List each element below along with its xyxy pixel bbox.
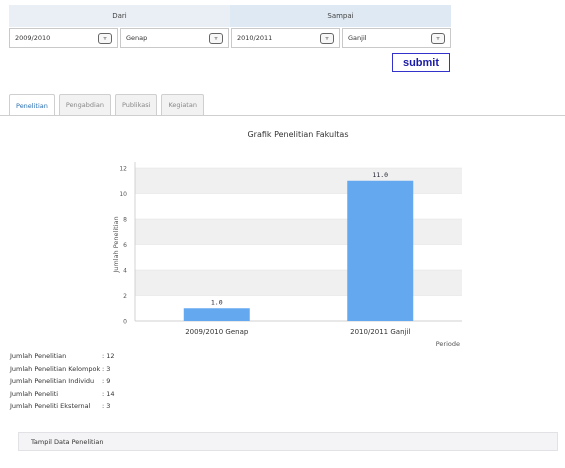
- sampai-header: Sampai: [230, 5, 451, 27]
- y-tick-label: 2: [123, 293, 127, 300]
- chevron-down-icon[interactable]: ▿: [431, 33, 445, 44]
- filter-header: Dari Sampai: [9, 5, 451, 27]
- stat-label: Jumlah Penelitian Kelompok: [10, 364, 101, 373]
- y-tick-label: 8: [123, 217, 127, 224]
- period-filter: Dari Sampai 2009/2010 ▿ Genap ▿ 2010/201…: [9, 5, 451, 48]
- stat-value: : 3: [102, 364, 111, 373]
- chevron-down-icon[interactable]: ▿: [209, 33, 223, 44]
- stat-label: Jumlah Penelitian: [10, 352, 67, 361]
- stat-row: Jumlah Penelitian : 12: [10, 350, 115, 363]
- stat-label: Jumlah Penelitian Individu: [10, 377, 95, 386]
- stat-row: Jumlah Peneliti Eksternal : 3: [10, 400, 115, 413]
- bar-value-label: 1.0: [211, 298, 223, 306]
- x-tick-label: 2009/2010 Genap: [185, 328, 249, 336]
- y-tick-label: 0: [123, 319, 127, 326]
- bar: [183, 308, 250, 321]
- sampai-semester-value: Ganjil: [348, 34, 367, 42]
- submit-button[interactable]: submit: [392, 53, 450, 72]
- y-tick-label: 12: [119, 166, 127, 173]
- filter-selects: 2009/2010 ▿ Genap ▿ 2010/2011 ▿ Ganjil ▿: [9, 28, 451, 48]
- dari-tahun-select[interactable]: 2009/2010 ▿: [9, 28, 118, 48]
- tab-bar: Penelitian Pengabdian Publikasi Kegiatan: [9, 94, 208, 116]
- dari-semester-select[interactable]: Genap ▿: [120, 28, 229, 48]
- stat-row: Jumlah Penelitian Kelompok : 3: [10, 363, 115, 376]
- bar-value-label: 11.0: [372, 171, 388, 179]
- tampil-data-button[interactable]: Tampil Data Penelitian: [18, 432, 558, 451]
- dari-tahun-value: 2009/2010: [15, 34, 51, 42]
- stat-value: : 12: [102, 352, 115, 361]
- stat-label: Jumlah Peneliti Eksternal: [10, 402, 91, 411]
- stat-value: : 14: [102, 389, 115, 398]
- chart-title: Grafik Penelitian Fakultas: [247, 130, 348, 139]
- y-tick-label: 4: [123, 268, 127, 275]
- stats-list: Jumlah Penelitian : 12 Jumlah Penelitian…: [10, 350, 115, 413]
- dari-semester-value: Genap: [126, 34, 148, 42]
- stat-value: : 3: [102, 402, 111, 411]
- sampai-tahun-value: 2010/2011: [237, 34, 273, 42]
- dari-header: Dari: [9, 5, 230, 27]
- stat-value: : 9: [102, 377, 111, 386]
- y-tick-label: 10: [119, 191, 127, 198]
- chevron-down-icon[interactable]: ▿: [320, 33, 334, 44]
- sampai-semester-select[interactable]: Ganjil ▿: [342, 28, 451, 48]
- tab-pengabdian[interactable]: Pengabdian: [58, 94, 111, 115]
- x-axis-label: Periode: [436, 340, 460, 348]
- bar: [347, 180, 414, 321]
- stat-row: Jumlah Penelitian Individu : 9: [10, 375, 115, 388]
- chevron-down-icon[interactable]: ▿: [98, 33, 112, 44]
- stat-row: Jumlah Peneliti : 14: [10, 388, 115, 401]
- stat-label: Jumlah Peneliti: [10, 389, 59, 398]
- sampai-tahun-select[interactable]: 2010/2011 ▿: [231, 28, 340, 48]
- y-tick-label: 6: [123, 242, 127, 249]
- x-tick-label: 2010/2011 Ganjil: [350, 328, 410, 336]
- y-axis-label: Jumlah Penelitian: [112, 216, 120, 273]
- penelitian-chart: Grafik Penelitian Fakultas 0 2 4 6 8 10 12 Jumla…: [112, 130, 462, 348]
- tab-penelitian[interactable]: Penelitian: [9, 94, 55, 116]
- tab-publikasi[interactable]: Publikasi: [114, 94, 158, 115]
- tab-kegiatan[interactable]: Kegiatan: [161, 94, 204, 115]
